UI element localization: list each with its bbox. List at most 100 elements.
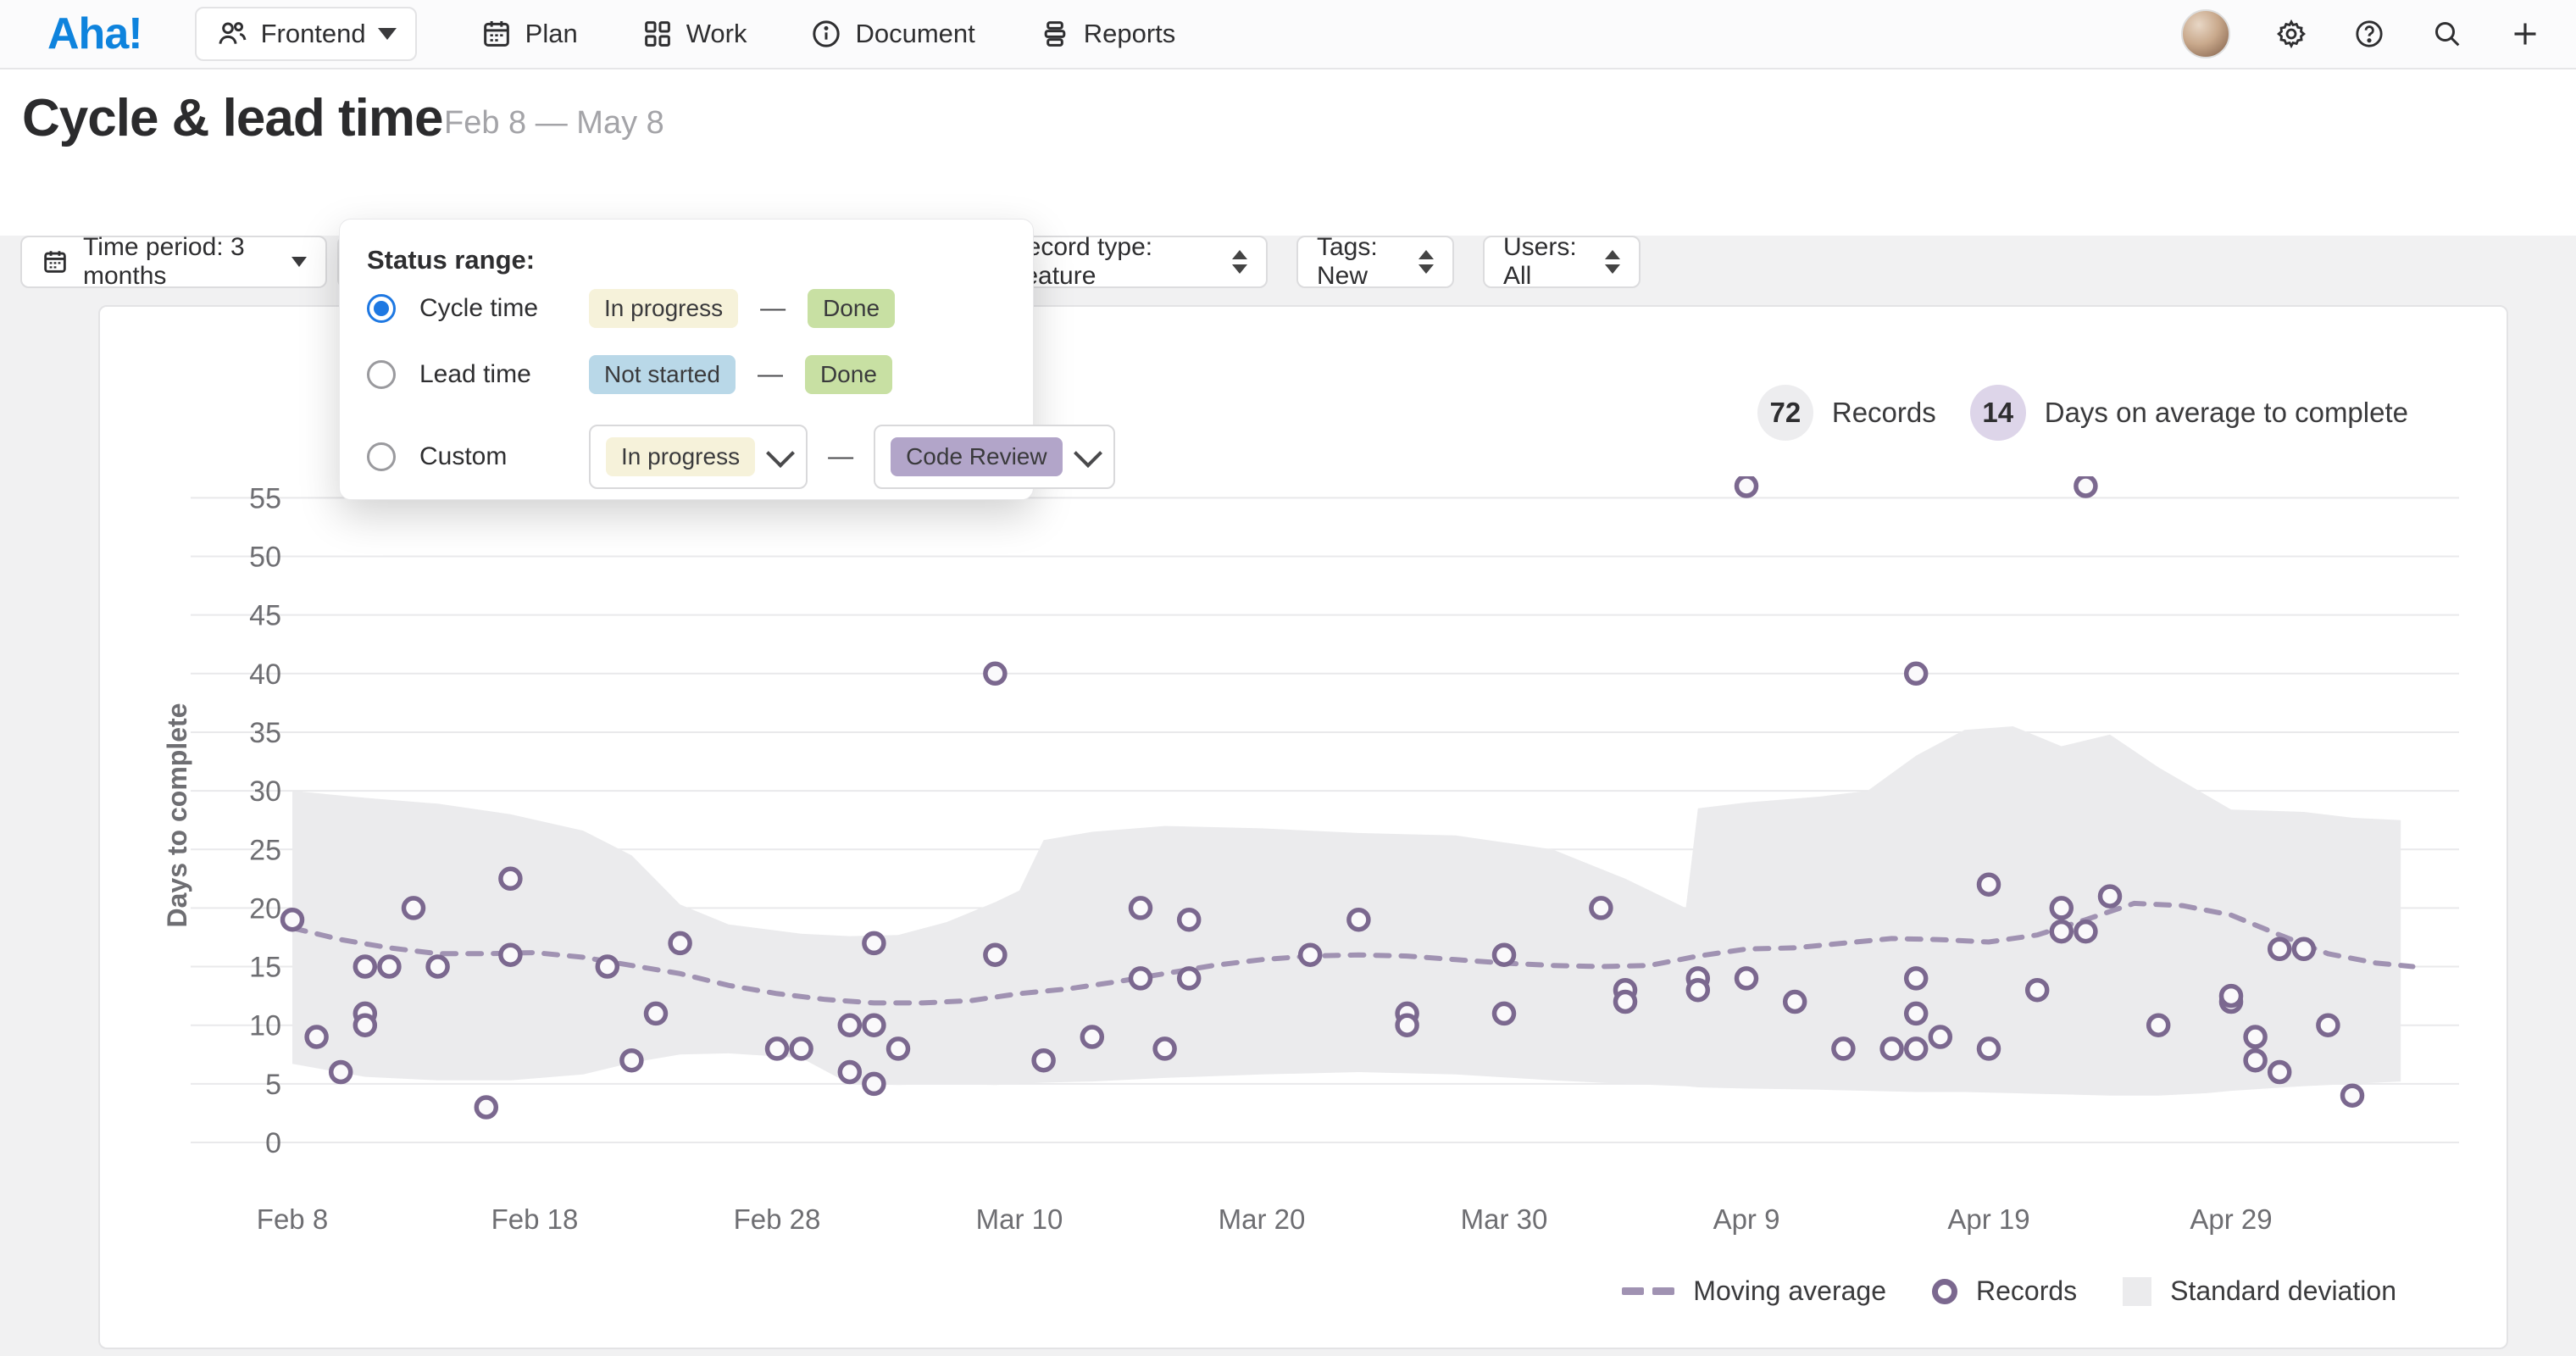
record-point[interactable] — [791, 1039, 811, 1059]
record-point[interactable] — [1495, 1003, 1514, 1023]
record-point[interactable] — [985, 945, 1005, 964]
record-point[interactable] — [597, 957, 617, 976]
record-point[interactable] — [670, 933, 690, 953]
record-point[interactable] — [1907, 1039, 1926, 1059]
record-point[interactable] — [380, 957, 399, 976]
record-point[interactable] — [1082, 1027, 1102, 1047]
to-status-badge: Done — [808, 289, 895, 328]
record-point[interactable] — [1180, 969, 1199, 988]
record-point[interactable] — [2270, 1063, 2290, 1082]
custom-to-select[interactable]: Code Review — [874, 425, 1115, 489]
record-point[interactable] — [840, 1063, 859, 1082]
record-point[interactable] — [1688, 981, 1707, 1000]
option-cycle-time[interactable]: Cycle time In progress — Done — [367, 289, 895, 328]
plus-icon[interactable] — [2508, 17, 2542, 51]
record-point[interactable] — [768, 1039, 787, 1059]
help-icon[interactable] — [2352, 17, 2386, 51]
record-point[interactable] — [2028, 981, 2047, 1000]
record-point[interactable] — [647, 1003, 666, 1023]
record-point[interactable] — [2076, 922, 2096, 942]
time-period-filter[interactable]: Time period: 3 months — [20, 236, 327, 288]
legend-moving-average[interactable]: Moving average — [1622, 1275, 1886, 1307]
x-tick-label: Apr 19 — [1947, 1203, 2029, 1235]
record-point[interactable] — [889, 1039, 908, 1059]
record-point[interactable] — [1930, 1027, 1950, 1047]
record-point[interactable] — [2270, 939, 2290, 959]
nav-item-work[interactable]: Work — [641, 17, 747, 51]
record-point[interactable] — [1907, 969, 1926, 988]
record-point[interactable] — [1131, 898, 1151, 918]
workspace-users-icon — [215, 17, 249, 51]
user-avatar[interactable] — [2181, 9, 2230, 58]
search-icon[interactable] — [2430, 17, 2464, 51]
record-point[interactable] — [1131, 969, 1151, 988]
custom-from-select[interactable]: In progress — [589, 425, 808, 489]
record-point[interactable] — [2222, 986, 2241, 1006]
record-point[interactable] — [1907, 1003, 1926, 1023]
record-point[interactable] — [864, 933, 884, 953]
legend-label: Moving average — [1693, 1275, 1886, 1307]
record-point[interactable] — [2246, 1027, 2265, 1047]
record-point[interactable] — [404, 898, 424, 918]
record-point[interactable] — [2246, 1051, 2265, 1070]
record-point[interactable] — [2076, 476, 2096, 496]
radio-icon[interactable] — [367, 360, 396, 389]
record-point[interactable] — [283, 910, 303, 930]
record-point[interactable] — [1882, 1039, 1901, 1059]
record-point[interactable] — [1301, 945, 1320, 964]
record-point[interactable] — [2149, 1015, 2168, 1035]
settings-gear-icon[interactable] — [2274, 17, 2308, 51]
record-point[interactable] — [1591, 898, 1611, 918]
record-point[interactable] — [1834, 1039, 1853, 1059]
record-point[interactable] — [428, 957, 447, 976]
tags-filter[interactable]: Tags: New — [1296, 236, 1454, 288]
record-point[interactable] — [1737, 476, 1757, 496]
record-point[interactable] — [2051, 922, 2071, 942]
record-point[interactable] — [1034, 1051, 1053, 1070]
legend-standard-deviation[interactable]: Standard deviation — [2123, 1275, 2396, 1307]
record-point[interactable] — [864, 1074, 884, 1093]
record-point[interactable] — [1907, 664, 1926, 683]
record-point[interactable] — [1495, 945, 1514, 964]
record-point[interactable] — [622, 1051, 641, 1070]
cycle-time-scatter-chart[interactable]: 0510152025303540455055Days to completeFe… — [163, 476, 2484, 1264]
nav-item-document[interactable]: Document — [809, 17, 974, 51]
record-point[interactable] — [2101, 886, 2120, 906]
record-point[interactable] — [355, 1015, 375, 1035]
record-point[interactable] — [1349, 910, 1368, 930]
record-point[interactable] — [2343, 1086, 2362, 1105]
record-point[interactable] — [1785, 992, 1805, 1012]
radio-icon[interactable] — [367, 442, 396, 471]
record-point[interactable] — [1979, 875, 1999, 894]
record-point[interactable] — [1155, 1039, 1174, 1059]
users-filter[interactable]: Users: All — [1483, 236, 1641, 288]
workspace-selector[interactable]: Frontend — [195, 7, 417, 61]
radio-selected-icon[interactable] — [367, 294, 396, 323]
nav-item-plan[interactable]: Plan — [480, 17, 578, 51]
record-point[interactable] — [307, 1027, 326, 1047]
option-custom[interactable]: Custom In progress — Code Review — [367, 425, 1115, 489]
tags-value: Tags: New — [1317, 233, 1405, 291]
option-lead-time[interactable]: Lead time Not started — Done — [367, 355, 892, 394]
record-point[interactable] — [840, 1015, 859, 1035]
aha-logo[interactable]: Aha! — [47, 8, 142, 59]
record-point[interactable] — [1737, 969, 1757, 988]
record-point[interactable] — [864, 1015, 884, 1035]
nav-item-reports[interactable]: Reports — [1038, 17, 1176, 51]
record-point[interactable] — [1397, 1015, 1417, 1035]
record-point[interactable] — [2051, 898, 2071, 918]
record-point[interactable] — [476, 1098, 496, 1117]
record-point[interactable] — [501, 869, 520, 888]
record-point[interactable] — [501, 945, 520, 964]
legend-records[interactable]: Records — [1932, 1275, 2077, 1307]
record-point[interactable] — [1616, 992, 1635, 1012]
record-point[interactable] — [985, 664, 1005, 683]
record-point[interactable] — [331, 1063, 351, 1082]
standard-deviation-band — [292, 726, 2401, 1096]
record-point[interactable] — [1180, 910, 1199, 930]
record-point[interactable] — [355, 957, 375, 976]
record-point[interactable] — [2294, 939, 2313, 959]
y-tick-label: 0 — [265, 1127, 281, 1159]
record-point[interactable] — [2318, 1015, 2338, 1035]
record-point[interactable] — [1979, 1039, 1999, 1059]
